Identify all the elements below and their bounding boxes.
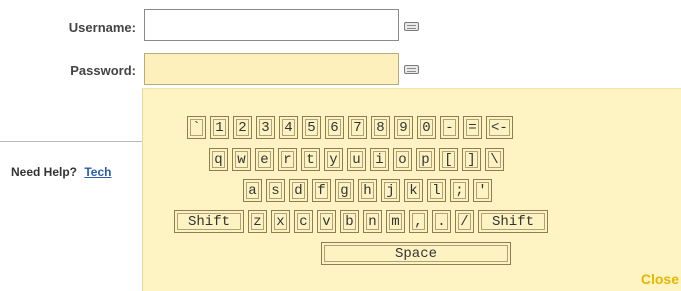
help-section: Need Help? Tech bbox=[11, 165, 111, 179]
help-text: Need Help? bbox=[11, 165, 78, 179]
key-u[interactable]: u bbox=[347, 148, 366, 171]
key-y[interactable]: y bbox=[324, 148, 343, 171]
key-t[interactable]: t bbox=[301, 148, 320, 171]
key-3[interactable]: 3 bbox=[256, 116, 275, 139]
key-semicolon[interactable]: ; bbox=[450, 179, 469, 202]
key-d[interactable]: d bbox=[289, 179, 308, 202]
key-k[interactable]: k bbox=[404, 179, 423, 202]
password-label: Password: bbox=[70, 63, 136, 78]
key-p[interactable]: p bbox=[416, 148, 435, 171]
keyboard-row-5: Space bbox=[321, 242, 511, 265]
key-slash[interactable]: / bbox=[455, 210, 474, 233]
key-f[interactable]: f bbox=[312, 179, 331, 202]
key-l[interactable]: l bbox=[427, 179, 446, 202]
key-comma[interactable]: , bbox=[409, 210, 428, 233]
close-keyboard-button[interactable]: Close bbox=[641, 271, 679, 287]
key-c[interactable]: c bbox=[294, 210, 313, 233]
key-b[interactable]: b bbox=[340, 210, 359, 233]
key-h[interactable]: h bbox=[358, 179, 377, 202]
key-right-bracket[interactable]: ] bbox=[462, 148, 481, 171]
key-7[interactable]: 7 bbox=[348, 116, 367, 139]
key-4[interactable]: 4 bbox=[279, 116, 298, 139]
key-0[interactable]: 0 bbox=[417, 116, 436, 139]
key-space[interactable]: Space bbox=[321, 242, 511, 265]
key-equals[interactable]: = bbox=[463, 116, 482, 139]
key-r[interactable]: r bbox=[278, 148, 297, 171]
key-period[interactable]: . bbox=[432, 210, 451, 233]
key-backtick[interactable]: ` bbox=[187, 116, 206, 139]
key-w[interactable]: w bbox=[232, 148, 251, 171]
key-x[interactable]: x bbox=[271, 210, 290, 233]
key-minus[interactable]: - bbox=[440, 116, 459, 139]
keyboard-row-1: ` 1 2 3 4 5 6 7 8 9 0- = <- bbox=[187, 116, 513, 139]
keyboard-row-2: q w e r t y u i o p[] \ bbox=[209, 148, 504, 171]
divider bbox=[0, 141, 143, 142]
virtual-keyboard: ` 1 2 3 4 5 6 7 8 9 0- = <- q w e r t y u i o p[] \ a s d f g h j k l;… bbox=[142, 88, 681, 291]
key-1[interactable]: 1 bbox=[210, 116, 229, 139]
key-5[interactable]: 5 bbox=[302, 116, 321, 139]
key-6[interactable]: 6 bbox=[325, 116, 344, 139]
key-quote[interactable]: ' bbox=[473, 179, 492, 202]
key-o[interactable]: o bbox=[393, 148, 412, 171]
keyboard-icon[interactable] bbox=[404, 65, 419, 74]
key-g[interactable]: g bbox=[335, 179, 354, 202]
key-s[interactable]: s bbox=[266, 179, 285, 202]
username-label: Username: bbox=[68, 20, 136, 35]
key-q[interactable]: q bbox=[209, 148, 228, 171]
key-left-bracket[interactable]: [ bbox=[439, 148, 458, 171]
keyboard-row-3: a s d f g h j k l; ' bbox=[243, 179, 492, 202]
key-8[interactable]: 8 bbox=[371, 116, 390, 139]
key-m[interactable]: m bbox=[386, 210, 405, 233]
key-9[interactable]: 9 bbox=[394, 116, 413, 139]
key-shift-left[interactable]: Shift bbox=[174, 210, 244, 233]
key-a[interactable]: a bbox=[243, 179, 262, 202]
key-v[interactable]: v bbox=[317, 210, 336, 233]
username-input[interactable] bbox=[144, 9, 399, 41]
key-2[interactable]: 2 bbox=[233, 116, 252, 139]
key-n[interactable]: n bbox=[363, 210, 382, 233]
tech-support-link[interactable]: Tech bbox=[84, 165, 111, 179]
keyboard-icon[interactable] bbox=[404, 22, 419, 31]
key-i[interactable]: i bbox=[370, 148, 389, 171]
key-e[interactable]: e bbox=[255, 148, 274, 171]
key-z[interactable]: z bbox=[248, 210, 267, 233]
keyboard-row-4: Shift z x c v b n m,. / Shift bbox=[174, 210, 548, 233]
key-backslash[interactable]: \ bbox=[485, 148, 504, 171]
password-input[interactable] bbox=[144, 53, 399, 85]
key-backspace[interactable]: <- bbox=[486, 116, 513, 139]
key-shift-right[interactable]: Shift bbox=[478, 210, 548, 233]
key-j[interactable]: j bbox=[381, 179, 400, 202]
